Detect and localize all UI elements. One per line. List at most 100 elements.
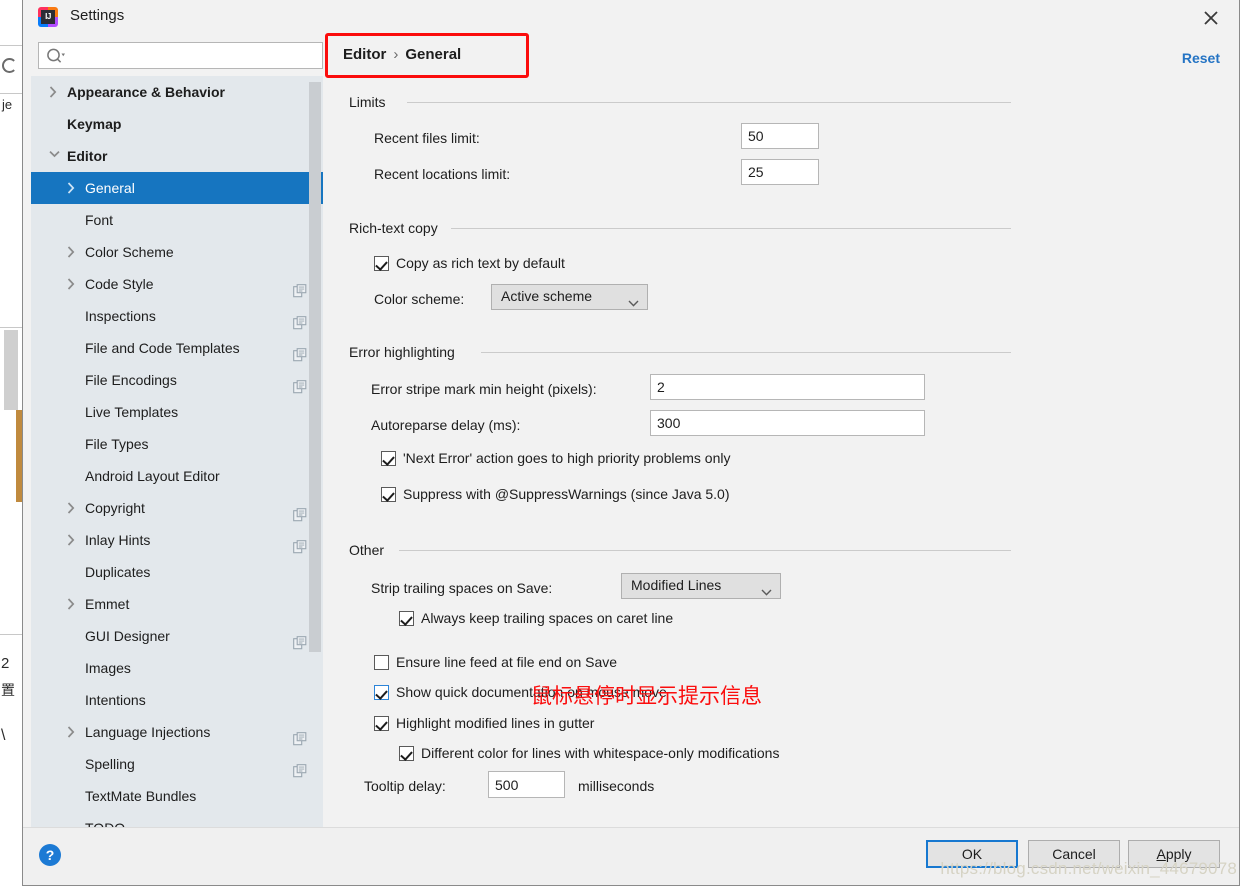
sidebar-item-textmate-bundles[interactable]: TextMate Bundles [31, 780, 323, 812]
sidebar-item-inspections[interactable]: Inspections [31, 300, 323, 332]
refresh-icon [2, 58, 17, 73]
sidebar-item-label: Intentions [85, 692, 146, 708]
always-keep-trailing-checkbox-row[interactable]: Always keep trailing spaces on caret lin… [399, 610, 673, 628]
chevron-down-icon [628, 294, 639, 312]
section-title-other: Other [349, 542, 385, 558]
ensure-line-feed-label: Ensure line feed at file end on Save [396, 654, 618, 670]
help-icon[interactable]: ? [39, 844, 61, 866]
ensure-line-feed-checkbox[interactable] [374, 655, 389, 670]
strip-trailing-spaces-select[interactable]: Modified Lines [621, 573, 781, 599]
sidebar-item-copyright[interactable]: Copyright [31, 492, 323, 524]
background-divider [0, 45, 22, 46]
chevron-right-icon[interactable] [67, 278, 77, 290]
sidebar-item-label: GUI Designer [85, 628, 170, 644]
sidebar-item-color-scheme[interactable]: Color Scheme [31, 236, 323, 268]
section-title-limits: Limits [349, 94, 386, 110]
settings-sidebar[interactable]: Appearance & Behavior Keymap Editor General… [31, 76, 323, 828]
recent-files-limit-label: Recent files limit: [374, 130, 480, 146]
sidebar-item-intentions[interactable]: Intentions [31, 684, 323, 716]
sidebar-item-editor[interactable]: Editor [31, 140, 323, 172]
copy-as-rich-text-checkbox[interactable] [374, 256, 389, 271]
reset-link[interactable]: Reset [1182, 50, 1220, 66]
sidebar-item-android-layout-editor[interactable]: Android Layout Editor [31, 460, 323, 492]
different-color-whitespace-checkbox[interactable] [399, 746, 414, 761]
copy-as-rich-text-label: Copy as rich text by default [396, 255, 565, 271]
next-error-checkbox-row[interactable]: 'Next Error' action goes to high priorit… [381, 450, 731, 468]
chevron-down-icon[interactable] [49, 150, 60, 162]
recent-locations-limit-input[interactable] [741, 159, 819, 185]
always-keep-trailing-checkbox[interactable] [399, 611, 414, 626]
cancel-button[interactable]: Cancel [1028, 840, 1120, 868]
color-scheme-select[interactable]: Active scheme [491, 284, 648, 310]
ok-button[interactable]: OK [926, 840, 1018, 868]
search-input[interactable] [71, 45, 317, 66]
sidebar-item-label: Spelling [85, 756, 135, 772]
apply-button[interactable]: Apply [1128, 840, 1220, 868]
highlight-modified-lines-checkbox-row[interactable]: Highlight modified lines in gutter [374, 715, 594, 733]
chevron-right-icon[interactable] [67, 246, 77, 258]
copy-as-rich-text-checkbox-row[interactable]: Copy as rich text by default [374, 255, 565, 273]
recent-files-limit-input[interactable] [741, 123, 819, 149]
sidebar-item-label: Images [85, 660, 131, 676]
different-color-whitespace-label: Different color for lines with whitespac… [421, 745, 780, 761]
sidebar-item-gui-designer[interactable]: GUI Designer [31, 620, 323, 652]
background-text-je: je [2, 97, 13, 112]
recent-locations-limit-label: Recent locations limit: [374, 166, 511, 182]
error-stripe-input[interactable] [650, 374, 925, 400]
sidebar-item-label: File and Code Templates [85, 340, 240, 356]
intellij-idea-icon: IJ [38, 7, 58, 27]
sidebar-item-appearance-behavior[interactable]: Appearance & Behavior [31, 76, 323, 108]
sidebar-item-label: General [85, 180, 135, 196]
sidebar-item-code-style[interactable]: Code Style [31, 268, 323, 300]
close-icon[interactable] [1199, 6, 1223, 30]
sidebar-item-images[interactable]: Images [31, 652, 323, 684]
suppress-warnings-checkbox[interactable] [381, 487, 396, 502]
highlight-modified-lines-checkbox[interactable] [374, 716, 389, 731]
sidebar-item-file-and-code-templates[interactable]: File and Code Templates [31, 332, 323, 364]
tooltip-delay-input[interactable] [488, 771, 565, 798]
suppress-warnings-checkbox-row[interactable]: Suppress with @SuppressWarnings (since J… [381, 486, 730, 504]
sidebar-item-todo[interactable]: TODO [31, 812, 323, 828]
sidebar-item-file-types[interactable]: File Types [31, 428, 323, 460]
different-color-whitespace-checkbox-row[interactable]: Different color for lines with whitespac… [399, 745, 779, 763]
next-error-checkbox[interactable] [381, 451, 396, 466]
chevron-right-icon[interactable] [49, 86, 59, 98]
search-icon [46, 48, 65, 70]
next-error-label: 'Next Error' action goes to high priorit… [403, 450, 731, 466]
background-ide-strip: je 2 置 \ [0, 0, 22, 886]
suppress-warnings-label: Suppress with @SuppressWarnings (since J… [403, 486, 730, 502]
sidebar-item-spelling[interactable]: Spelling [31, 748, 323, 780]
chevron-right-icon[interactable] [67, 726, 77, 738]
sidebar-item-emmet[interactable]: Emmet [31, 588, 323, 620]
sidebar-item-label: TextMate Bundles [85, 788, 197, 804]
chevron-right-icon[interactable] [67, 598, 77, 610]
background-divider [0, 93, 22, 94]
autoreparse-delay-input[interactable] [650, 410, 925, 436]
window-title: Settings [70, 7, 125, 24]
sidebar-item-label: Inspections [85, 308, 156, 324]
section-rule [451, 228, 1011, 229]
always-keep-trailing-label: Always keep trailing spaces on caret lin… [421, 610, 674, 626]
settings-content-pane: Limits Recent files limit: Recent locati… [333, 78, 1239, 828]
sidebar-item-duplicates[interactable]: Duplicates [31, 556, 323, 588]
chevron-right-icon[interactable] [67, 502, 77, 514]
section-rule [481, 352, 1011, 353]
sidebar-scrollbar[interactable] [309, 82, 321, 652]
sidebar-item-label: Live Templates [85, 404, 179, 420]
ensure-line-feed-checkbox-row[interactable]: Ensure line feed at file end on Save [374, 654, 617, 672]
sidebar-item-file-encodings[interactable]: File Encodings [31, 364, 323, 396]
search-field-wrapper[interactable] [38, 42, 323, 69]
chevron-right-icon[interactable] [67, 182, 77, 194]
breadcrumb-parent[interactable]: Editor [343, 46, 386, 63]
sidebar-item-language-injections[interactable]: Language Injections [31, 716, 323, 748]
sidebar-item-label: Emmet [85, 596, 130, 612]
chevron-right-icon[interactable] [67, 534, 77, 546]
quick-documentation-checkbox[interactable] [374, 685, 389, 700]
color-scheme-label: Color scheme: [374, 291, 465, 307]
color-scheme-value: Active scheme [501, 288, 593, 304]
sidebar-item-font[interactable]: Font [31, 204, 323, 236]
sidebar-item-keymap[interactable]: Keymap [31, 108, 323, 140]
sidebar-item-inlay-hints[interactable]: Inlay Hints [31, 524, 323, 556]
sidebar-item-live-templates[interactable]: Live Templates [31, 396, 323, 428]
sidebar-item-general[interactable]: General [31, 172, 323, 204]
